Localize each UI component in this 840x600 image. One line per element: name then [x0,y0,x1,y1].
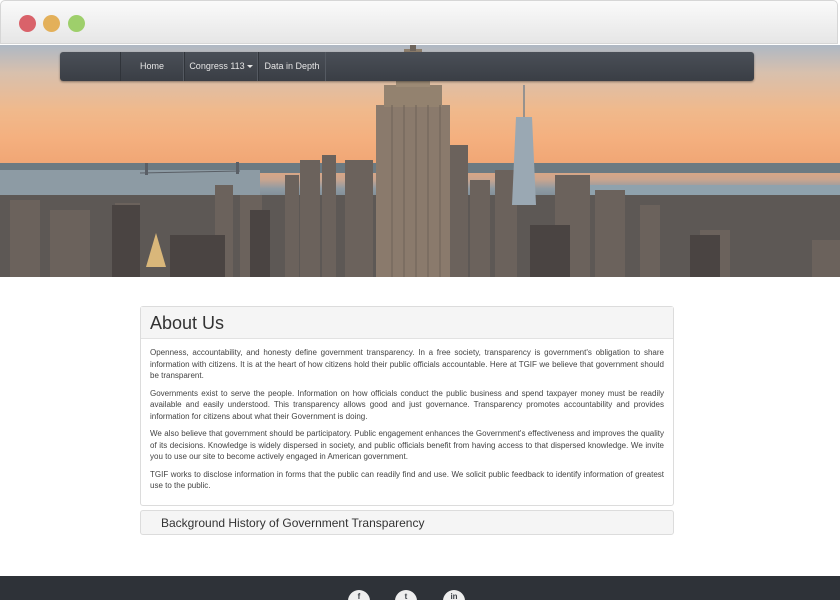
browser-window-bar [0,0,838,44]
twitter-glyph: t [404,592,408,600]
nav-item-congress-label: Congress 113 [189,61,245,71]
close-window-button[interactable] [19,15,36,32]
caret-down-icon [246,65,253,69]
nav-item-data-in-depth-label: Data in Depth [264,61,320,71]
about-us-title: About Us [150,313,225,333]
nav-item-data-in-depth[interactable]: Data in Depth [258,52,326,81]
background-history-title[interactable]: Background History of Government Transpa… [161,511,424,535]
nav-item-home-label: Home [139,61,164,71]
nav-item-congress-113[interactable]: Congress 113 [184,52,258,81]
facebook-glyph: f [357,592,361,600]
about-us-panel: About Us Openness, accountability, and h… [140,306,674,506]
linkedin-glyph: in [450,592,458,600]
linkedin-icon[interactable]: in [443,590,465,600]
about-paragraph-4: TGIF works to disclose information in fo… [150,469,664,491]
facebook-icon[interactable]: f [348,590,370,600]
about-paragraph-2: Governments exist to serve the people. I… [150,388,664,421]
about-paragraph-3: We also believe that government should b… [150,429,664,461]
nav-item-home[interactable]: Home [120,52,184,81]
about-us-heading: About Us [141,307,673,339]
about-us-body: Openness, accountability, and honesty de… [141,339,673,492]
main-navbar: Home Congress 113 Data in Depth [60,52,754,81]
footer: f t in [0,576,840,600]
minimize-window-button[interactable] [43,15,60,32]
maximize-window-button[interactable] [68,15,85,32]
background-history-accordion[interactable]: Background History of Government Transpa… [140,510,674,535]
twitter-icon[interactable]: t [395,590,417,600]
about-paragraph-1: Openness, accountability, and honesty de… [150,348,664,380]
